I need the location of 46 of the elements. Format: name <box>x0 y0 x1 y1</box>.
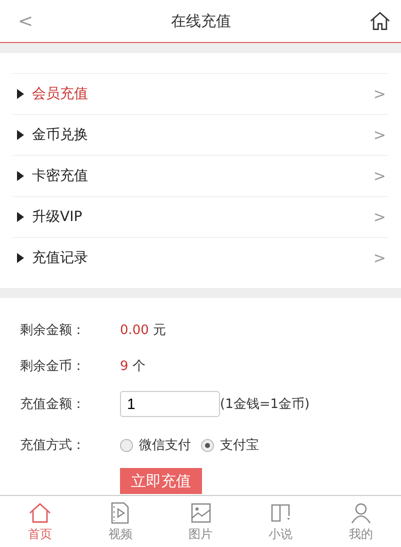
menu-label: 金币兑换 <box>32 126 89 144</box>
triangle-icon <box>17 212 24 222</box>
triangle-icon <box>17 130 24 140</box>
menu-item[interactable]: 升级VIP > <box>13 196 388 237</box>
triangle-icon <box>17 171 24 181</box>
menu-item[interactable]: 会员充值 > <box>13 73 388 114</box>
back-button[interactable]: < <box>18 10 34 32</box>
menu-label: 会员充值 <box>32 85 89 103</box>
value-text: 0.00 <box>120 322 149 338</box>
field-label: 剩余金币： <box>20 358 86 375</box>
home-icon <box>28 500 52 524</box>
chevron: > <box>373 249 386 267</box>
user-icon <box>348 500 373 524</box>
image-icon <box>188 500 212 524</box>
menu-item[interactable]: 卡密充值 > <box>13 155 388 196</box>
amount-field[interactable]: 1 <box>120 391 220 417</box>
option-label: 微信支付 <box>139 437 191 454</box>
page-title: 在线充值 <box>171 12 232 30</box>
chevron: > <box>373 167 386 185</box>
chevron: > <box>373 126 386 144</box>
nav-item[interactable]: 图片 <box>160 496 241 547</box>
nav-item[interactable]: 小说 <box>240 496 321 547</box>
menu-label: 卡密充值 <box>32 167 89 185</box>
menu-item[interactable]: 充值记录 > <box>13 237 388 278</box>
menu-label: 升级VIP <box>32 208 84 226</box>
menu-item[interactable]: 金币兑换 > <box>13 114 388 155</box>
value-text: 9 <box>120 358 128 374</box>
nav-item[interactable]: 我的 <box>320 496 401 547</box>
unit-text: 个 <box>132 358 146 375</box>
unit-text: 元 <box>152 322 166 339</box>
triangle-icon <box>17 89 24 99</box>
option-label: 支付宝 <box>220 437 259 454</box>
triangle-icon <box>17 253 24 263</box>
menu-label: 充值记录 <box>32 249 89 267</box>
rate-note: (1金钱=1金币) <box>220 396 310 413</box>
radio-button[interactable] <box>120 438 133 452</box>
field-label: 充值方式： <box>20 437 86 454</box>
chevron: > <box>373 85 386 103</box>
home-icon[interactable] <box>369 10 391 32</box>
nav-item[interactable]: 视频 <box>80 496 160 547</box>
radio-button[interactable] <box>201 438 214 452</box>
nav-item[interactable]: 首页 <box>0 496 80 547</box>
recharge-button[interactable]: 立即充值 <box>120 468 202 494</box>
chevron: > <box>373 208 386 226</box>
field-label: 充值金额： <box>20 396 86 413</box>
field-label: 剩余金额： <box>20 322 86 339</box>
